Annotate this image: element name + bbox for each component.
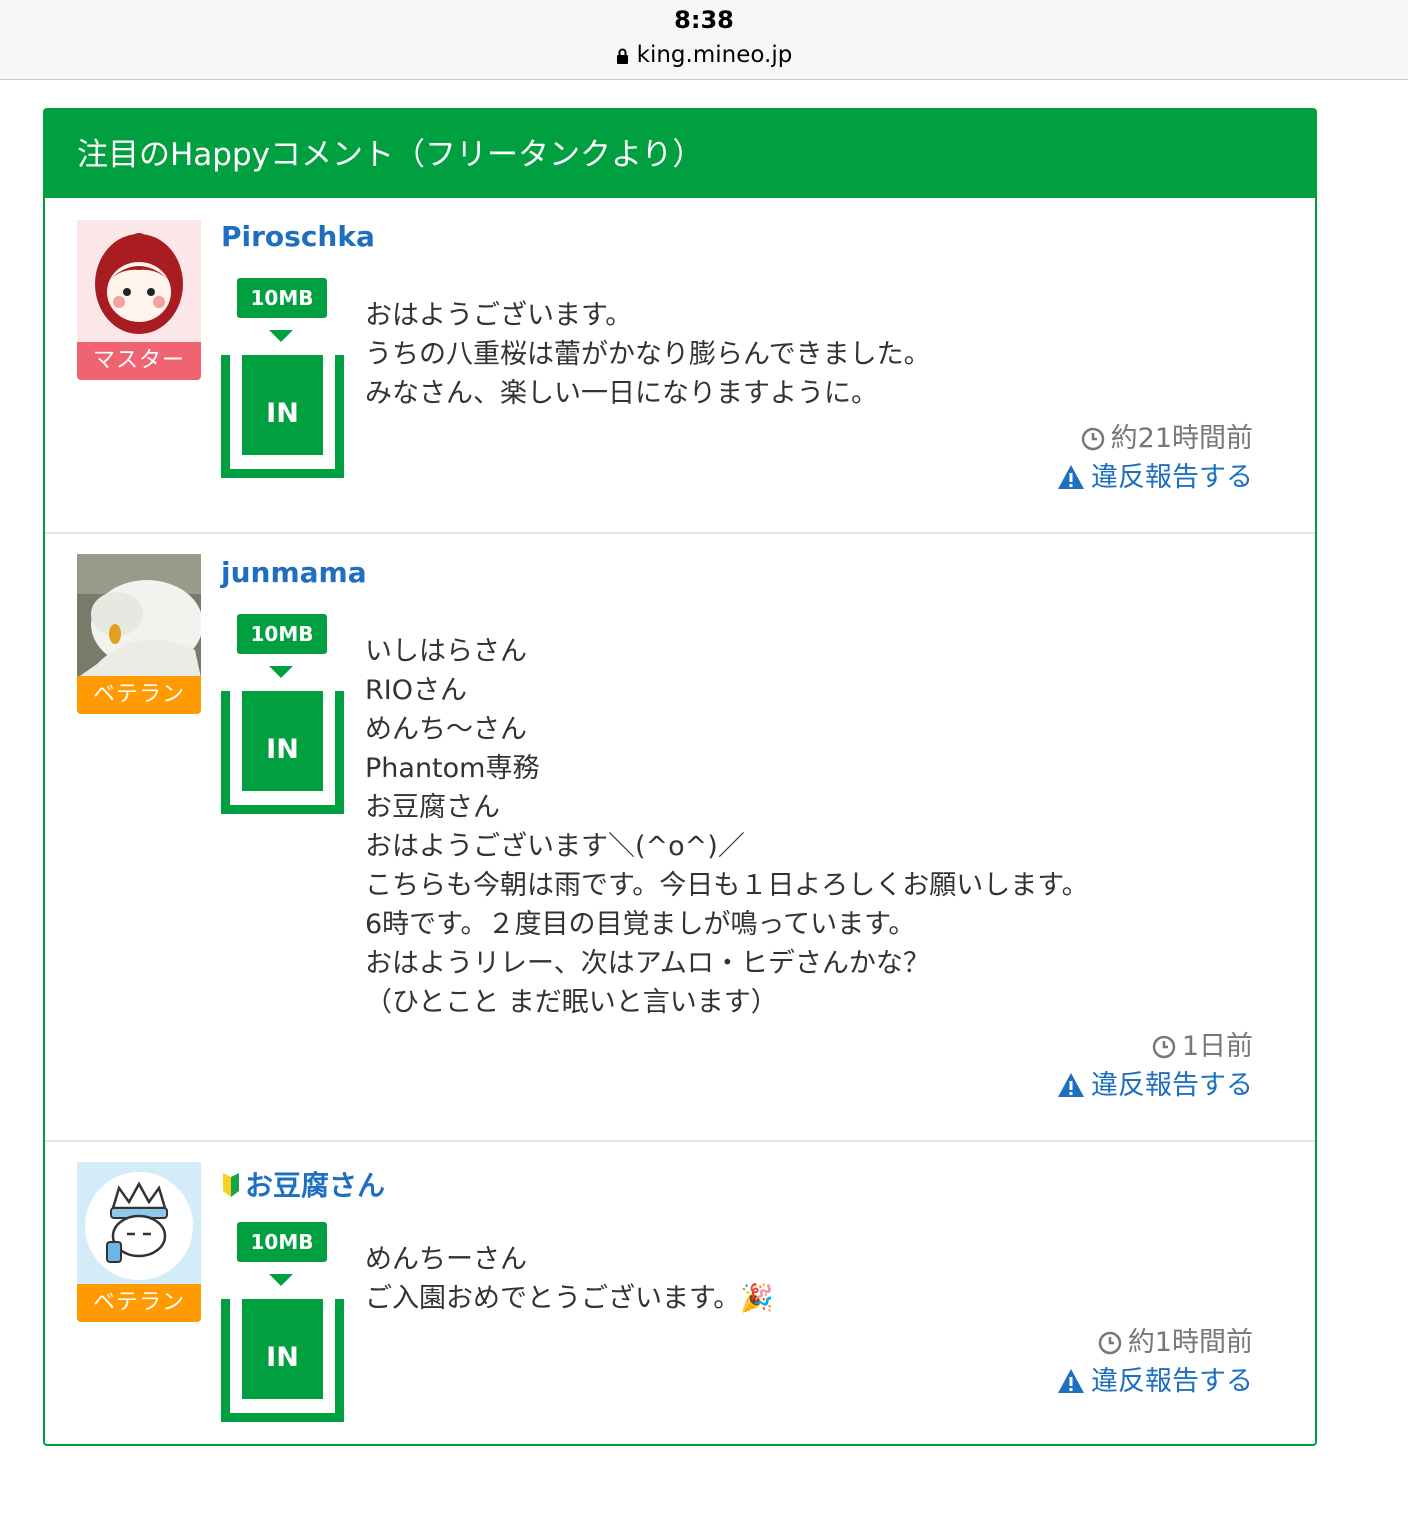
- rank-badge: ベテラン: [77, 1284, 201, 1322]
- timestamp-text: 約1時間前: [1127, 1327, 1253, 1358]
- arrow-down-icon: [269, 330, 293, 342]
- tank-direction-label: IN: [242, 355, 323, 455]
- url-text: king.mineo.jp: [636, 42, 793, 68]
- comment-line: 6時です。２度目の目覚ましが鳴っています。: [365, 909, 916, 940]
- comment-line: みなさん、楽しい一日になりますように。: [365, 378, 878, 409]
- beginner-mark-icon: [223, 1173, 239, 1197]
- timestamp: 約1時間前: [1098, 1320, 1253, 1359]
- tank-in-icon: IN: [221, 1299, 344, 1422]
- timestamp: 約21時間前: [1081, 416, 1253, 455]
- tank-amount-badge: 10MB: [237, 278, 327, 318]
- username-text: お豆腐さん: [245, 1169, 386, 1202]
- tank-in-icon: IN: [221, 691, 344, 814]
- comment-line: Phantom専務: [365, 753, 540, 784]
- arrow-down-icon: [269, 666, 293, 678]
- avatar-image: [77, 554, 201, 678]
- report-link[interactable]: 違反報告する: [1057, 1359, 1253, 1398]
- report-label: 違反報告する: [1091, 462, 1253, 493]
- timestamp-text: 1日前: [1181, 1031, 1253, 1062]
- report-link[interactable]: 違反報告する: [1057, 455, 1253, 494]
- comment-item: ベテラン お豆腐さん 10MB IN めんちーさん ご入園おめでとうございます。…: [45, 1142, 1315, 1442]
- comment-line: いしはらさん: [365, 636, 527, 667]
- tank-direction-label: IN: [242, 1299, 323, 1399]
- panel-title: 注目のHappyコメント（フリータンクより）: [45, 110, 1315, 198]
- comment-item: ベテラン junmama 10MB IN いしはらさん RIOさん めんち〜さん…: [45, 534, 1315, 1142]
- tank-amount-badge: 10MB: [237, 1222, 327, 1262]
- browser-bar: 8:38 king.mineo.jp: [0, 0, 1408, 80]
- comment-line: おはようリレー、次はアムロ・ヒデさんかな？: [365, 948, 930, 979]
- username-link[interactable]: お豆腐さん: [221, 1164, 385, 1204]
- username-link[interactable]: Piroschka: [221, 220, 375, 253]
- report-label: 違反報告する: [1091, 1070, 1253, 1101]
- comment-line: こちらも今朝は雨です。今日も１日よろしくお願いします。: [365, 870, 1089, 901]
- timestamp-text: 約21時間前: [1110, 423, 1253, 454]
- lock-icon: [616, 48, 628, 64]
- comment-line: お豆腐さん: [365, 792, 500, 823]
- tank-in-icon: IN: [221, 355, 344, 478]
- avatar[interactable]: [77, 554, 201, 678]
- clock-icon: [1081, 427, 1104, 451]
- comment-body: いしはらさん RIOさん めんち〜さん Phantom専務 お豆腐さん おはよう…: [365, 632, 1089, 1022]
- status-time: 8:38: [674, 6, 734, 34]
- comment-line: おはようございます＼(^o^)／: [365, 831, 745, 862]
- username-link[interactable]: junmama: [221, 556, 367, 589]
- comment-body: めんちーさん ご入園おめでとうございます。🎉: [365, 1240, 774, 1318]
- comment-body: おはようございます。 うちの八重桜は蕾がかなり膨らんできました。 みなさん、楽し…: [365, 296, 931, 413]
- arrow-down-icon: [269, 1274, 293, 1286]
- comment-line: （ひとこと まだ眠いと言います）: [365, 987, 778, 1018]
- happy-comments-panel: 注目のHappyコメント（フリータンクより） マスター Piroschka 10…: [43, 108, 1317, 1446]
- comment-line: ご入園おめでとうございます。🎉: [365, 1283, 774, 1314]
- address-bar[interactable]: king.mineo.jp: [0, 42, 1408, 68]
- report-link[interactable]: 違反報告する: [1057, 1063, 1253, 1102]
- warning-icon: [1058, 1073, 1084, 1097]
- timestamp: 1日前: [1152, 1024, 1253, 1063]
- comment-line: めんちーさん: [365, 1244, 527, 1275]
- avatar-image: [77, 1162, 201, 1286]
- rank-badge: ベテラン: [77, 676, 201, 714]
- comment-line: めんち〜さん: [365, 714, 527, 745]
- comment-line: RIOさん: [365, 675, 467, 706]
- clock-icon: [1152, 1035, 1176, 1059]
- comment-line: おはようございます。: [365, 300, 633, 331]
- avatar[interactable]: [77, 220, 201, 344]
- tank-direction-label: IN: [242, 691, 323, 791]
- avatar-image: [77, 220, 201, 344]
- comment-item: マスター Piroschka 10MB IN おはようございます。 うちの八重桜…: [45, 198, 1315, 534]
- report-label: 違反報告する: [1091, 1366, 1253, 1397]
- warning-icon: [1058, 465, 1084, 489]
- tank-amount-badge: 10MB: [237, 614, 327, 654]
- comment-line: うちの八重桜は蕾がかなり膨らんできました。: [365, 339, 931, 370]
- rank-badge: マスター: [77, 342, 201, 380]
- clock-icon: [1098, 1331, 1122, 1355]
- warning-icon: [1058, 1369, 1084, 1393]
- avatar[interactable]: [77, 1162, 201, 1286]
